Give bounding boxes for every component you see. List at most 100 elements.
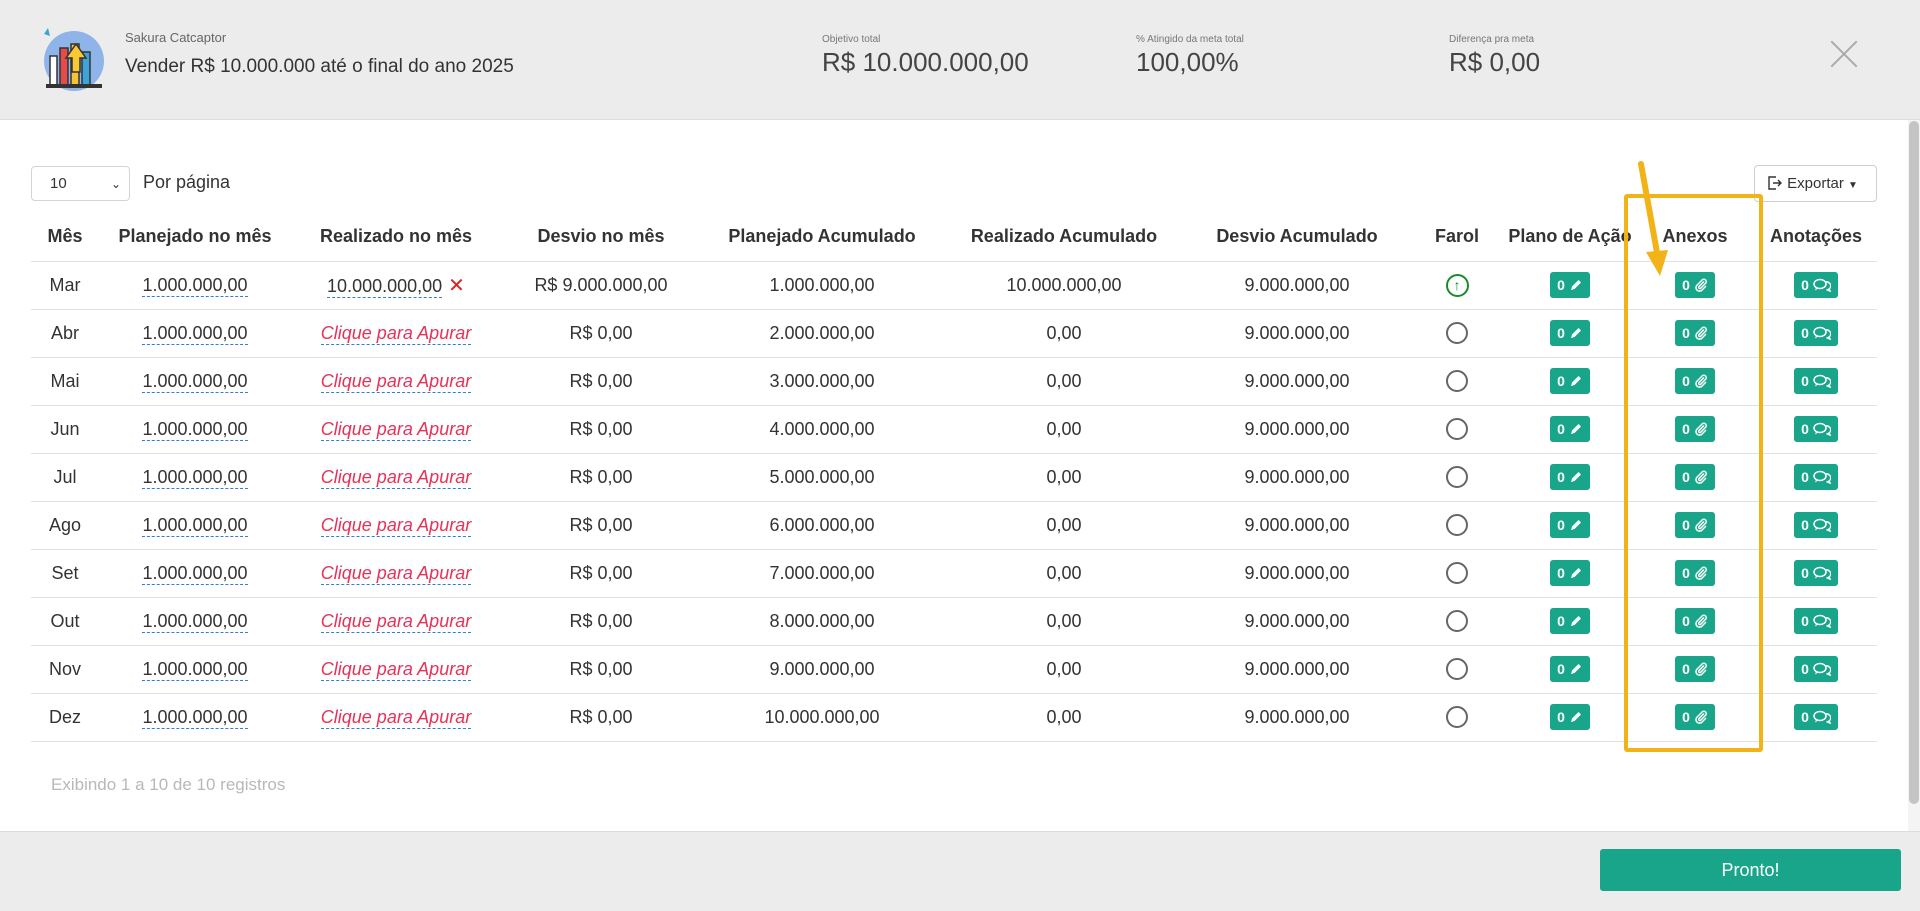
stat-diferenca: Diferença pra meta R$ 0,00 [1449, 34, 1540, 78]
notes-button[interactable]: 0 [1794, 608, 1838, 634]
planned-value[interactable]: 1.000.000,00 [142, 466, 248, 489]
deviation-cell: R$ 9.000.000,00 [501, 261, 701, 310]
empty-circle-icon [1446, 514, 1468, 537]
deviation-acc-cell: 9.000.000,00 [1185, 357, 1409, 406]
realized-cell: Clique para Apurar [291, 645, 501, 694]
close-icon[interactable] [1828, 38, 1860, 70]
column-header[interactable]: Planejado Acumulado [701, 213, 943, 262]
planned-value[interactable]: 1.000.000,00 [142, 658, 248, 681]
planned-value[interactable]: 1.000.000,00 [142, 514, 248, 537]
realized-acc-cell: 0,00 [943, 309, 1185, 358]
planned-value[interactable]: 1.000.000,00 [142, 370, 248, 393]
realized-cell: 10.000.000,00 ✕ [291, 261, 501, 310]
action-plan-button[interactable]: 0 [1550, 272, 1590, 298]
farol-cell [1409, 309, 1505, 358]
column-header[interactable]: Realizado no mês [291, 213, 501, 262]
empty-circle-icon [1446, 322, 1468, 345]
notes-button[interactable]: 0 [1794, 368, 1838, 394]
clique-para-apurar-link[interactable]: Clique para Apurar [320, 562, 472, 585]
deviation-cell: R$ 0,00 [501, 549, 701, 598]
empty-circle-icon [1446, 370, 1468, 393]
comments-icon [1813, 662, 1831, 676]
clique-para-apurar-link[interactable]: Clique para Apurar [320, 418, 472, 441]
action-plan-button[interactable]: 0 [1550, 608, 1590, 634]
deviation-cell: R$ 0,00 [501, 501, 701, 550]
action-plan-button[interactable]: 0 [1550, 416, 1590, 442]
notes-button[interactable]: 0 [1794, 512, 1838, 538]
empty-circle-icon [1446, 418, 1468, 441]
deviation-acc-cell: 9.000.000,00 [1185, 693, 1409, 742]
clique-para-apurar-link[interactable]: Clique para Apurar [320, 658, 472, 681]
deviation-acc-cell: 9.000.000,00 [1185, 405, 1409, 454]
stat-value: R$ 10.000.000,00 [822, 47, 1029, 77]
count: 0 [1557, 661, 1565, 677]
clique-para-apurar-link[interactable]: Clique para Apurar [320, 610, 472, 633]
notes-button[interactable]: 0 [1794, 416, 1838, 442]
action-plan-button[interactable]: 0 [1550, 320, 1590, 346]
planned-value[interactable]: 1.000.000,00 [142, 706, 248, 729]
stat-atingido: % Atingido da meta total 100,00% [1136, 34, 1244, 78]
planned-value[interactable]: 1.000.000,00 [142, 610, 248, 633]
ready-button[interactable]: Pronto! [1600, 849, 1901, 891]
action-plan-button[interactable]: 0 [1550, 656, 1590, 682]
notes-cell: 0 [1755, 549, 1877, 598]
scrollbar-thumb[interactable] [1909, 121, 1919, 804]
action-plan-button[interactable]: 0 [1550, 560, 1590, 586]
notes-button[interactable]: 0 [1794, 704, 1838, 730]
column-header[interactable]: Plano de Ação [1505, 213, 1635, 262]
action-plan-button[interactable]: 0 [1550, 704, 1590, 730]
realized-cell: Clique para Apurar [291, 405, 501, 454]
realized-cell: Clique para Apurar [291, 309, 501, 358]
deviation-acc-cell: 9.000.000,00 [1185, 597, 1409, 646]
clique-para-apurar-link[interactable]: Clique para Apurar [320, 370, 472, 393]
planned-cell: 1.000.000,00 [99, 405, 291, 454]
column-header[interactable]: Anotações [1755, 213, 1877, 262]
action-plan-button[interactable]: 0 [1550, 368, 1590, 394]
column-header[interactable]: Farol [1409, 213, 1505, 262]
table-row: Dez 1.000.000,00 Clique para Apurar R$ 0,00… [31, 693, 1877, 742]
month-cell: Jun [31, 405, 99, 454]
column-header[interactable]: Desvio no mês [501, 213, 701, 262]
per-page-select[interactable]: 10 ⌄ [31, 166, 130, 201]
month-cell: Set [31, 549, 99, 598]
planned-value[interactable]: 1.000.000,00 [142, 562, 248, 585]
realized-value[interactable]: 10.000.000,00 [327, 275, 443, 298]
planned-value[interactable]: 1.000.000,00 [142, 274, 248, 297]
column-header[interactable]: Desvio Acumulado [1185, 213, 1409, 262]
clique-para-apurar-link[interactable]: Clique para Apurar [320, 514, 472, 537]
caret-down-icon: ▼ [1848, 180, 1858, 191]
action-plan-cell: 0 [1505, 309, 1635, 358]
clique-para-apurar-link[interactable]: Clique para Apurar [320, 466, 472, 489]
notes-button[interactable]: 0 [1794, 656, 1838, 682]
action-plan-button[interactable]: 0 [1550, 464, 1590, 490]
planned-acc-cell: 8.000.000,00 [701, 597, 943, 646]
column-header[interactable]: Mês [31, 213, 99, 262]
notes-button[interactable]: 0 [1794, 272, 1838, 298]
planned-acc-cell: 4.000.000,00 [701, 405, 943, 454]
table-body: Mar 1.000.000,00 10.000.000,00 ✕ R$ 9.000.00… [31, 261, 1877, 742]
pencil-icon [1569, 614, 1583, 628]
count: 0 [1801, 517, 1809, 533]
comments-icon [1813, 518, 1831, 532]
action-plan-button[interactable]: 0 [1550, 512, 1590, 538]
clear-value-icon[interactable]: ✕ [448, 275, 465, 297]
clique-para-apurar-link[interactable]: Clique para Apurar [320, 322, 472, 345]
realized-acc-cell: 0,00 [943, 357, 1185, 406]
column-header[interactable]: Realizado Acumulado [943, 213, 1185, 262]
planned-value[interactable]: 1.000.000,00 [142, 322, 248, 345]
month-cell: Jul [31, 453, 99, 502]
deviation-cell: R$ 0,00 [501, 453, 701, 502]
realized-acc-cell: 0,00 [943, 501, 1185, 550]
export-button[interactable]: Exportar ▼ [1754, 165, 1877, 202]
empty-circle-icon [1446, 658, 1468, 681]
stat-value: R$ 0,00 [1449, 47, 1541, 77]
notes-button[interactable]: 0 [1794, 464, 1838, 490]
table-row: Out 1.000.000,00 Clique para Apurar R$ 0,00… [31, 597, 1877, 646]
goal-table: Mês Planejado no mês Realizado no mês Desvi… [31, 213, 1877, 742]
clique-para-apurar-link[interactable]: Clique para Apurar [320, 706, 472, 729]
planned-value[interactable]: 1.000.000,00 [142, 418, 248, 441]
notes-button[interactable]: 0 [1794, 320, 1838, 346]
notes-button[interactable]: 0 [1794, 560, 1838, 586]
column-header[interactable]: Planejado no mês [99, 213, 291, 262]
empty-circle-icon [1446, 562, 1468, 585]
